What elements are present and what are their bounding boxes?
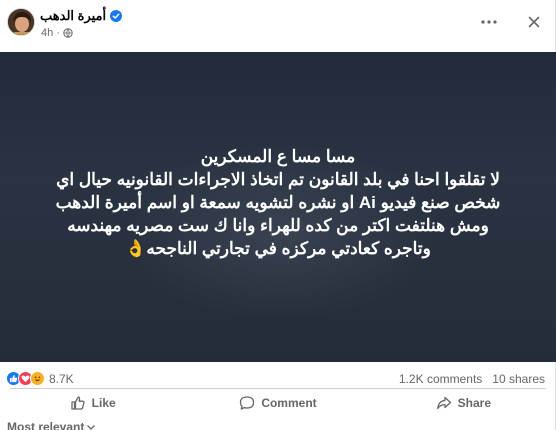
media-text: مسا مسا ع المسكرين لا تقلقوا احنا في بلد… <box>20 145 536 260</box>
comment-button[interactable]: Comment <box>185 390 370 416</box>
media-text-line: وتاجره كعادتي مركزه في تجارتي الناجحه👌 <box>125 239 431 258</box>
post-card: أميرة الدهب 4h · مسا مسا ع المسكرين لا ت… <box>0 0 556 430</box>
close-button[interactable] <box>522 10 546 34</box>
share-button[interactable]: Share <box>371 390 556 416</box>
post-media[interactable]: مسا مسا ع المسكرين لا تقلقوا احنا في بلد… <box>0 52 556 362</box>
like-icon <box>71 396 85 410</box>
comment-sort-dropdown[interactable]: Most relevant <box>7 420 96 430</box>
chevron-down-icon <box>87 424 96 430</box>
sort-label: Most relevant <box>7 420 85 430</box>
more-icon <box>481 20 497 24</box>
post-time[interactable]: 4h <box>41 27 53 39</box>
engagement-counts: 1.2K comments 10 shares <box>399 372 545 386</box>
avatar-image <box>8 9 34 35</box>
more-options-button[interactable] <box>477 10 501 34</box>
comment-icon <box>240 396 255 410</box>
media-text-line: شخص صنع فيديو Ai او نشره لتشويه سمعة او … <box>55 193 501 212</box>
author-name[interactable]: أميرة الدهب <box>40 8 106 24</box>
action-bar: Like Comment Share <box>0 390 556 416</box>
share-label: Share <box>457 396 491 410</box>
reaction-count: 8.7K <box>49 371 74 386</box>
media-text-line: مسا مسا ع المسكرين <box>200 147 356 166</box>
haha-reaction-icon <box>30 371 45 386</box>
comment-label: Comment <box>261 396 317 410</box>
share-icon <box>436 396 451 410</box>
like-label: Like <box>91 396 116 410</box>
verified-badge-icon <box>110 10 123 22</box>
close-icon <box>528 16 540 28</box>
meta-separator: · <box>56 27 60 39</box>
comments-count[interactable]: 1.2K comments <box>399 372 482 386</box>
post-header: أميرة الدهب 4h · <box>0 0 556 52</box>
post-stats: 8.7K 1.2K comments 10 shares <box>0 366 556 390</box>
media-text-line: ومش هنلتفت اكتر من كده للهراء وانا ك ست … <box>67 216 489 235</box>
shares-count[interactable]: 10 shares <box>492 372 545 386</box>
stats-divider <box>10 388 546 389</box>
media-text-line: لا تقلقوا احنا في بلد القانون تم اتخاذ ا… <box>56 170 500 189</box>
globe-icon <box>63 28 73 38</box>
post-meta: 4h · <box>41 27 73 39</box>
reactions-summary[interactable]: 8.7K <box>6 371 74 386</box>
like-button[interactable]: Like <box>0 390 185 416</box>
author-block: أميرة الدهب <box>40 8 123 24</box>
author-avatar[interactable] <box>7 8 35 36</box>
